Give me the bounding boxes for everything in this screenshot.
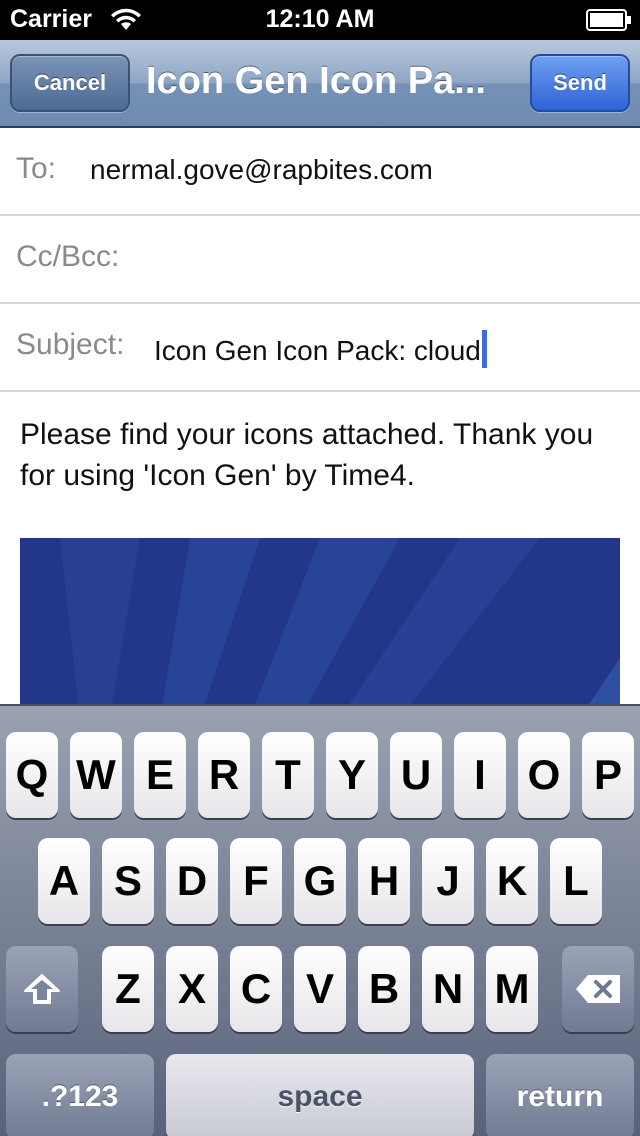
key-w[interactable]: W	[70, 732, 122, 818]
to-label: To:	[16, 152, 57, 185]
key-e[interactable]: E	[134, 732, 186, 818]
clock: 12:10 AM	[265, 5, 375, 33]
cc-bcc-field[interactable]: Cc/Bcc:	[0, 216, 640, 304]
key-j[interactable]: J	[422, 838, 474, 924]
text-cursor	[481, 330, 487, 368]
key-c[interactable]: C	[230, 946, 282, 1032]
key-r[interactable]: R	[198, 732, 250, 818]
nav-bar: Cancel Icon Gen Icon Pa... Send	[0, 40, 640, 128]
key-f[interactable]: F	[230, 838, 282, 924]
nav-title: Icon Gen Icon Pa...	[146, 60, 486, 102]
return-key[interactable]: return	[486, 1054, 634, 1136]
key-m[interactable]: M	[486, 946, 538, 1032]
key-u[interactable]: U	[390, 732, 442, 818]
attachment-rays-graphic	[60, 538, 620, 704]
battery-icon	[586, 9, 631, 31]
key-t[interactable]: T	[262, 732, 314, 818]
backspace-icon	[576, 975, 620, 1003]
key-x[interactable]: X	[166, 946, 218, 1032]
compose-form: To: nermal.gove@rapbites.com Cc/Bcc: Sub…	[0, 128, 640, 704]
key-a[interactable]: A	[38, 838, 90, 924]
key-s[interactable]: S	[102, 838, 154, 924]
to-value[interactable]: nermal.gove@rapbites.com	[90, 154, 433, 186]
to-field[interactable]: To: nermal.gove@rapbites.com	[0, 128, 640, 216]
keyboard: .?123 space return QWERTYUIOP ASDFGHJKL ZX…	[0, 704, 640, 1136]
attachment-image[interactable]	[20, 538, 620, 704]
key-v[interactable]: V	[294, 946, 346, 1032]
key-h[interactable]: H	[358, 838, 410, 924]
key-p[interactable]: P	[582, 732, 634, 818]
message-body[interactable]: Please find your icons attached. Thank y…	[20, 414, 620, 496]
space-key[interactable]: space	[166, 1054, 474, 1136]
delete-key[interactable]	[562, 946, 634, 1032]
key-g[interactable]: G	[294, 838, 346, 924]
key-b[interactable]: B	[358, 946, 410, 1032]
cancel-button[interactable]: Cancel	[10, 54, 130, 112]
key-z[interactable]: Z	[102, 946, 154, 1032]
subject-input[interactable]: Icon Gen Icon Pack: cloud	[154, 330, 487, 368]
key-n[interactable]: N	[422, 946, 474, 1032]
key-o[interactable]: O	[518, 732, 570, 818]
key-i[interactable]: I	[454, 732, 506, 818]
key-y[interactable]: Y	[326, 732, 378, 818]
subject-text: Icon Gen Icon Pack: cloud	[154, 335, 481, 366]
status-bar: Carrier 12:10 AM	[0, 0, 640, 40]
key-k[interactable]: K	[486, 838, 538, 924]
numbers-key[interactable]: .?123	[6, 1054, 154, 1136]
send-button[interactable]: Send	[530, 54, 630, 112]
cc-bcc-label: Cc/Bcc:	[16, 240, 120, 273]
subject-label: Subject:	[16, 328, 125, 361]
key-l[interactable]: L	[550, 838, 602, 924]
key-q[interactable]: Q	[6, 732, 58, 818]
shift-key[interactable]	[6, 946, 78, 1032]
key-d[interactable]: D	[166, 838, 218, 924]
shift-arrow-icon	[24, 974, 60, 1004]
subject-field[interactable]: Subject: Icon Gen Icon Pack: cloud	[0, 304, 640, 392]
